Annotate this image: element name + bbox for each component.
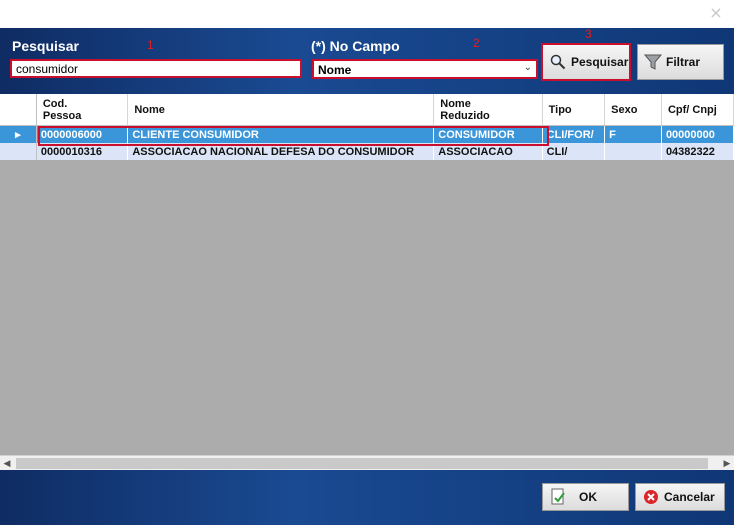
title-bar: × xyxy=(0,0,734,28)
magnifier-icon xyxy=(549,53,567,71)
close-icon[interactable]: × xyxy=(706,3,726,23)
field-label: (*) No Campo xyxy=(311,38,400,54)
search-button[interactable]: Pesquisar xyxy=(541,43,631,81)
column-header-nome-reduzido[interactable]: Nome Reduzido xyxy=(433,94,543,126)
table-row[interactable]: 0000010316 ASSOCIACAO NACIONAL DEFESA DO… xyxy=(0,143,734,160)
funnel-icon xyxy=(644,53,662,71)
search-button-label: Pesquisar xyxy=(571,55,629,69)
cell-reduzido: ASSOCIACAO xyxy=(433,143,543,160)
annotation-marker-1: 1 xyxy=(147,38,154,52)
document-check-icon xyxy=(549,488,567,506)
table-header-row: Cod. Pessoa Nome Nome Reduzido Tipo Sexo C… xyxy=(0,94,734,126)
results-table: Cod. Pessoa Nome Nome Reduzido Tipo Sexo C… xyxy=(0,94,734,160)
cell-reduzido: CONSUMIDOR xyxy=(433,125,543,143)
search-dialog: × Pesquisar 1 consumidor (*) No Campo 2 … xyxy=(0,0,734,525)
cell-tipo: CLI/FOR/ xyxy=(542,125,606,143)
filter-button-label: Filtrar xyxy=(666,55,701,69)
field-select-value: Nome xyxy=(318,63,352,77)
annotation-marker-3: 3 xyxy=(585,27,592,41)
cancel-button-label: Cancelar xyxy=(664,490,715,504)
column-header-nome[interactable]: Nome xyxy=(127,94,435,126)
search-label: Pesquisar xyxy=(12,38,79,54)
search-input[interactable]: consumidor xyxy=(10,59,302,78)
cell-tipo: CLI/ xyxy=(542,143,606,160)
horizontal-scrollbar[interactable]: ◀ ▶ xyxy=(0,455,734,471)
ok-button[interactable]: OK xyxy=(542,483,629,511)
column-header-sexo[interactable]: Sexo xyxy=(604,94,662,126)
cell-sexo: F xyxy=(604,125,662,143)
cell-nome: ASSOCIACAO NACIONAL DEFESA DO CONSUMIDOR xyxy=(127,143,435,160)
results-grid: Cod. Pessoa Nome Nome Reduzido Tipo Sexo C… xyxy=(0,94,734,470)
filter-button[interactable]: Filtrar xyxy=(637,44,724,80)
field-select[interactable]: Nome ⌄ xyxy=(312,59,538,79)
cell-cpf: 00000000 xyxy=(661,125,734,143)
row-indicator xyxy=(0,143,37,160)
cell-cpf: 04382322 xyxy=(661,143,734,160)
current-row-arrow-icon: ▸ xyxy=(0,125,37,143)
annotation-marker-2: 2 xyxy=(473,36,480,50)
cancel-button[interactable]: Cancelar xyxy=(635,483,725,511)
row-indicator-header xyxy=(0,94,37,126)
scroll-right-icon[interactable]: ▶ xyxy=(720,456,734,471)
cancel-icon xyxy=(642,488,660,506)
column-header-cpf[interactable]: Cpf/ Cnpj xyxy=(661,94,734,126)
column-header-tipo[interactable]: Tipo xyxy=(542,94,606,126)
table-row[interactable]: ▸ 0000006000 CLIENTE CONSUMIDOR CONSUMID… xyxy=(0,125,734,143)
column-header-cod[interactable]: Cod. Pessoa xyxy=(36,94,129,126)
cell-cod: 0000010316 xyxy=(36,143,129,160)
chevron-down-icon[interactable]: ⌄ xyxy=(524,62,532,73)
scroll-left-icon[interactable]: ◀ xyxy=(0,456,14,471)
scrollbar-thumb[interactable] xyxy=(16,458,708,469)
cell-cod: 0000006000 xyxy=(36,125,129,143)
cell-nome: CLIENTE CONSUMIDOR xyxy=(127,125,435,143)
cell-sexo xyxy=(604,143,662,160)
ok-button-label: OK xyxy=(579,490,597,504)
